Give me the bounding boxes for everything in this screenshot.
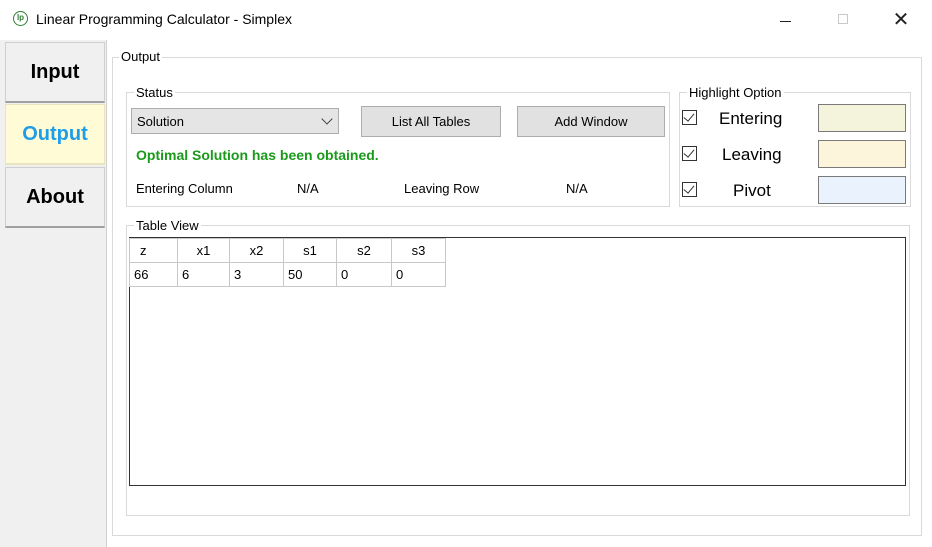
column-header[interactable]: s1 (283, 238, 337, 263)
pivot-label: Pivot (733, 181, 771, 200)
leaving-checkbox[interactable] (682, 146, 697, 161)
tab-input[interactable]: Input (5, 42, 105, 103)
leaving-row-value: N/A (566, 181, 588, 196)
title-bar: lp Linear Programming Calculator - Simpl… (0, 0, 932, 40)
pivot-checkbox[interactable] (682, 182, 697, 197)
lp-logo-icon: lp (13, 11, 28, 26)
column-header[interactable]: s2 (336, 238, 392, 263)
status-select[interactable]: Solution (131, 108, 339, 134)
entering-checkbox[interactable] (682, 110, 697, 125)
entering-label: Entering (719, 109, 783, 128)
maximize-icon (838, 14, 848, 24)
leaving-row-label: Leaving Row (404, 181, 480, 196)
entering-column-value: N/A (297, 181, 319, 196)
status-group-label: Status (134, 85, 175, 100)
status-select-value: Solution (137, 114, 184, 129)
tab-output[interactable]: Output (5, 104, 105, 165)
column-header[interactable]: x1 (177, 238, 230, 263)
minimize-icon (780, 21, 791, 22)
table-cell[interactable]: 6 (177, 262, 230, 287)
table-cell[interactable]: 0 (336, 262, 392, 287)
column-header[interactable]: z (129, 238, 178, 263)
close-button[interactable]: ✕ (878, 6, 924, 34)
output-group-label: Output (119, 49, 163, 64)
pivot-color-swatch[interactable] (818, 176, 906, 204)
table-cell[interactable]: 50 (283, 262, 337, 287)
table-header-row: z x1 x2 s1 s2 s3 (129, 238, 446, 263)
entering-color-swatch[interactable] (818, 104, 906, 132)
table-cell[interactable]: 0 (391, 262, 446, 287)
tab-about[interactable]: About (5, 167, 105, 228)
close-icon: ✕ (892, 9, 910, 31)
column-header[interactable]: x2 (229, 238, 284, 263)
chevron-down-icon (321, 113, 333, 125)
leaving-label: Leaving (722, 145, 782, 164)
minimize-button[interactable] (762, 6, 808, 34)
list-all-tables-button[interactable]: List All Tables (361, 106, 501, 137)
column-header[interactable]: s3 (391, 238, 446, 263)
table-view-label: Table View (134, 218, 201, 233)
highlight-option-label: Highlight Option (687, 85, 784, 100)
table-cell[interactable]: 3 (229, 262, 284, 287)
add-window-button[interactable]: Add Window (517, 106, 665, 137)
table-row: 66 6 3 50 0 0 (129, 262, 446, 287)
check-icon (683, 182, 695, 194)
check-icon (683, 146, 695, 158)
entering-column-label: Entering Column (136, 181, 233, 196)
status-message: Optimal Solution has been obtained. (136, 147, 379, 163)
table-cell[interactable]: 66 (129, 262, 178, 287)
sidebar: Input Output About (0, 40, 106, 547)
maximize-button[interactable] (820, 6, 866, 34)
simplex-table: z x1 x2 s1 s2 s3 66 6 3 50 0 0 (129, 238, 446, 287)
leaving-color-swatch[interactable] (818, 140, 906, 168)
window-title: Linear Programming Calculator - Simplex (36, 11, 292, 27)
check-icon (683, 110, 695, 122)
